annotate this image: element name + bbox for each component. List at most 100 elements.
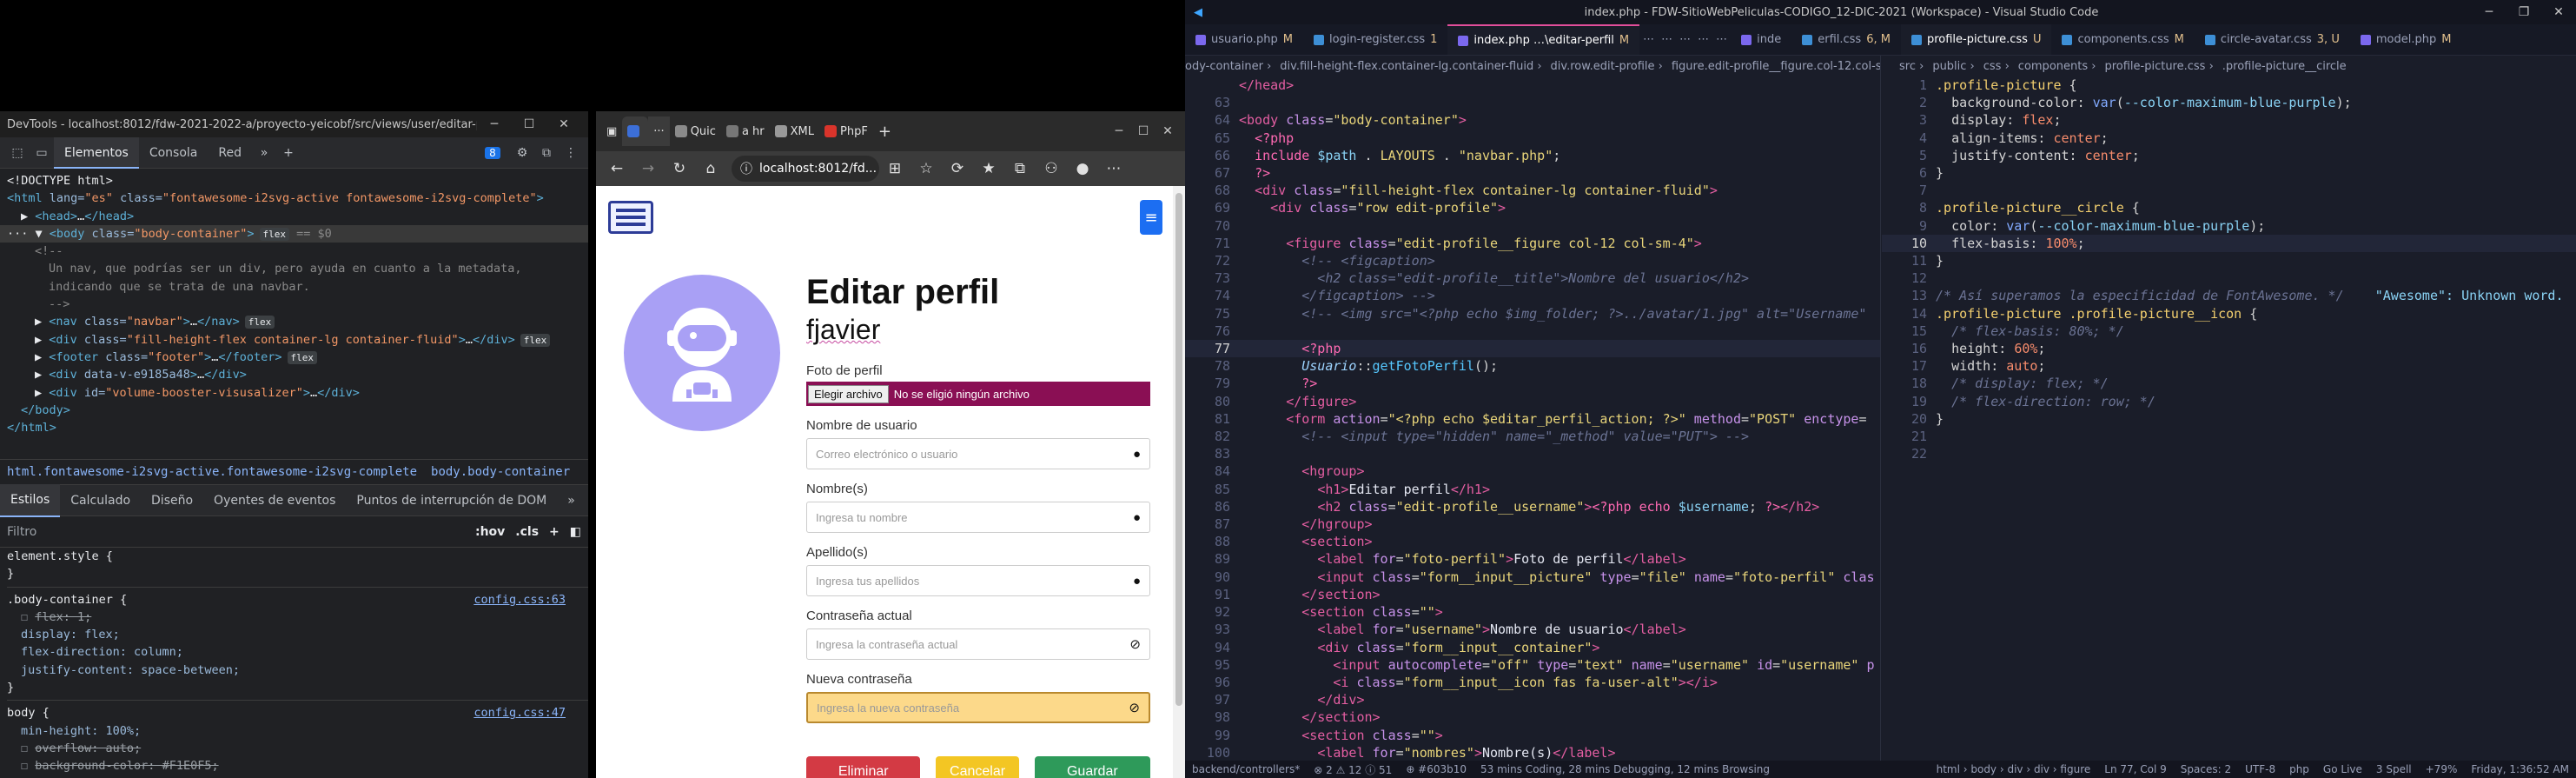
status-item[interactable]: Spaces: 2: [2181, 763, 2231, 775]
flex-badge[interactable]: flex: [244, 316, 275, 329]
code-line[interactable]: 17 width: auto;: [1882, 357, 2576, 375]
maximize-icon[interactable]: ❐: [2506, 5, 2541, 19]
status-item[interactable]: 3 Spell: [2376, 763, 2412, 775]
dom-node-line[interactable]: ▶ <div class="fill-height-flex container…: [0, 331, 588, 349]
code-line[interactable]: 63: [1185, 94, 1880, 111]
styles-pane[interactable]: element.style {} .body-container {config.…: [0, 548, 588, 775]
status-item[interactable]: ⊕ #603b10: [1406, 763, 1467, 775]
scrollbar-thumb[interactable]: [1175, 193, 1182, 706]
dom-node-line[interactable]: <!--: [0, 243, 588, 260]
minimize-icon[interactable]: ─: [2472, 5, 2506, 19]
code-line[interactable]: 12: [1882, 269, 2576, 287]
code-line[interactable]: 16 height: 60%;: [1882, 340, 2576, 357]
text-input[interactable]: Ingresa tu nombre ●: [806, 502, 1150, 533]
minimize-icon[interactable]: ─: [477, 117, 512, 131]
refresh-extension-icon[interactable]: ⟳: [942, 160, 973, 177]
code-line[interactable]: 67 ?>: [1185, 164, 1880, 182]
open-changes-icon[interactable]: ⋯: [1658, 24, 1676, 55]
breadcrumb-segment[interactable]: div.fill-height-flex.container-lg.contai…: [1280, 60, 1541, 73]
cancel-button[interactable]: Cancelar: [936, 756, 1019, 778]
editor-tab[interactable]: erfil.css 6, M: [1791, 24, 1901, 55]
dom-node-line[interactable]: ▶ <div id="volume-booster-visusalizer">……: [0, 384, 588, 402]
tab-overflow-icon[interactable]: ···: [648, 116, 670, 146]
gear-icon[interactable]: ⚙: [510, 141, 534, 165]
sidebar-toggle-icon[interactable]: ◧: [570, 525, 581, 539]
breadcrumb-segment[interactable]: ody-container ›: [1185, 60, 1271, 73]
delete-button[interactable]: Eliminar: [806, 756, 921, 778]
breadcrumb-segment[interactable]: profile-picture.css ›: [2104, 60, 2213, 73]
code-line[interactable]: 73 <h2 class="edit-profile__title">Nombr…: [1185, 269, 1880, 287]
source-link[interactable]: config.css:63: [473, 591, 566, 608]
extensions-icon[interactable]: ⚇: [1036, 160, 1067, 177]
code-line[interactable]: 13 /* Así superamos la especificidad de F…: [1882, 287, 2576, 304]
breadcrumb-html[interactable]: html.fontawesome-i2svg-active.fontawesom…: [7, 465, 417, 479]
dom-node-line[interactable]: <!DOCTYPE html>: [0, 172, 588, 190]
style-line[interactable]: ☐ flex: 1;: [7, 608, 588, 626]
breadcrumb-segment[interactable]: css ›: [1983, 60, 2010, 73]
status-item[interactable]: backend/controllers*: [1192, 763, 1300, 775]
code-line[interactable]: 11}: [1882, 252, 2576, 269]
editor-tab[interactable]: circle-avatar.css 3, U: [2195, 24, 2350, 55]
issues-badge[interactable]: 8: [475, 141, 510, 165]
checkbox-icon[interactable]: ☐: [21, 610, 35, 624]
info-icon[interactable]: ⓘ: [740, 160, 752, 177]
maximize-icon[interactable]: ☐: [512, 117, 546, 131]
dom-node-line[interactable]: </body>: [0, 402, 588, 419]
code-line[interactable]: 72 <!-- <figcaption>: [1185, 252, 1880, 269]
compare-icon[interactable]: ⋯: [1676, 24, 1694, 55]
status-item[interactable]: Ln 77, Col 9: [2104, 763, 2167, 775]
code-line[interactable]: 10 flex-basis: 100%;: [1882, 234, 2576, 253]
text-input[interactable]: Ingresa tus apellidos ●: [806, 565, 1150, 596]
code-line[interactable]: 69 <div class="row edit-profile">: [1185, 199, 1880, 216]
code-line[interactable]: 88 <section>: [1185, 533, 1880, 550]
code-line[interactable]: 75 <!-- <img src="<?php echo $img_folder…: [1185, 305, 1880, 323]
dom-node-line[interactable]: ··· ▼ <body class="body-container"> flex …: [0, 224, 588, 243]
more-actions-icon[interactable]: ⋯: [1712, 24, 1731, 55]
dom-node-line[interactable]: ▶ <nav class="navbar">…</nav> flex: [0, 313, 588, 330]
minimize-icon[interactable]: ─: [1107, 124, 1131, 138]
code-line[interactable]: 15 /* flex-basis: 80%; */: [1882, 323, 2576, 340]
code-line[interactable]: 89 <label for="foto-perfil">Foto de perf…: [1185, 550, 1880, 568]
code-line[interactable]: 81 <form action="<?php echo $editar_perf…: [1185, 410, 1880, 428]
style-line[interactable]: ☐ overflow: auto;: [7, 740, 588, 757]
breadcrumb-segment[interactable]: public ›: [1932, 60, 1974, 73]
flex-badge[interactable]: flex: [259, 227, 290, 241]
more-style-tabs-icon[interactable]: »: [557, 485, 586, 516]
code-line[interactable]: 2 background-color: var(--color-maximum-…: [1882, 94, 2576, 111]
code-line[interactable]: 70: [1185, 217, 1880, 235]
tab-search-icon[interactable]: ⊞: [879, 160, 911, 177]
status-item[interactable]: ⊗ 2 ⚠ 12 ⓘ 51: [1314, 762, 1392, 777]
eye-slash-icon[interactable]: ⊘: [1129, 700, 1140, 715]
choose-file-button[interactable]: Elegir archivo: [808, 384, 889, 403]
flex-badge[interactable]: flex: [520, 333, 551, 347]
browser-tab[interactable]: Quic: [670, 116, 721, 146]
home-icon[interactable]: ⌂: [695, 160, 726, 177]
breadcrumb-segment[interactable]: components ›: [2018, 60, 2096, 73]
code-line[interactable]: 83: [1185, 445, 1880, 462]
style-line[interactable]: flex-direction: column;: [7, 643, 588, 661]
code-line[interactable]: 77 <?php: [1185, 340, 1880, 358]
checkbox-icon[interactable]: ☐: [21, 741, 35, 755]
style-line[interactable]: min-height: 100%;: [7, 722, 588, 740]
page-scrollbar[interactable]: [1173, 186, 1185, 778]
editor-tab[interactable]: usuario.php M: [1185, 24, 1303, 55]
editor-tab[interactable]: login-register.css 1: [1303, 24, 1447, 55]
profile-avatar[interactable]: ●: [1067, 160, 1098, 177]
code-line[interactable]: 97 </div>: [1185, 691, 1880, 708]
run-icon[interactable]: ⋯: [1694, 24, 1712, 55]
code-line[interactable]: 65 <?php: [1185, 130, 1880, 147]
status-item[interactable]: Go Live: [2323, 763, 2362, 775]
code-line[interactable]: 68 <div class="fill-height-flex containe…: [1185, 182, 1880, 199]
dom-node-line[interactable]: indicando que se trata de una navbar.: [0, 278, 588, 296]
breadcrumb-segment[interactable]: src ›: [1899, 60, 1924, 73]
favorites-icon[interactable]: ★: [973, 160, 1004, 177]
reload-icon[interactable]: ↻: [664, 160, 695, 177]
tab-consola[interactable]: Consola: [139, 137, 209, 169]
code-line[interactable]: 100 <label for="nombres">Nombre(s)</labe…: [1185, 744, 1880, 761]
dom-tree[interactable]: <!DOCTYPE html> <html lang="es" class="fo…: [0, 169, 588, 459]
customize-icon[interactable]: ⧉: [534, 141, 559, 165]
browser-menu-icon[interactable]: ⋯: [1098, 160, 1129, 177]
code-line[interactable]: 87 </hgroup>: [1185, 515, 1880, 533]
breadcrumb-segment[interactable]: div.row.edit-profile ›: [1551, 60, 1663, 73]
dom-node-line[interactable]: ▶ <head>…</head>: [0, 208, 588, 225]
